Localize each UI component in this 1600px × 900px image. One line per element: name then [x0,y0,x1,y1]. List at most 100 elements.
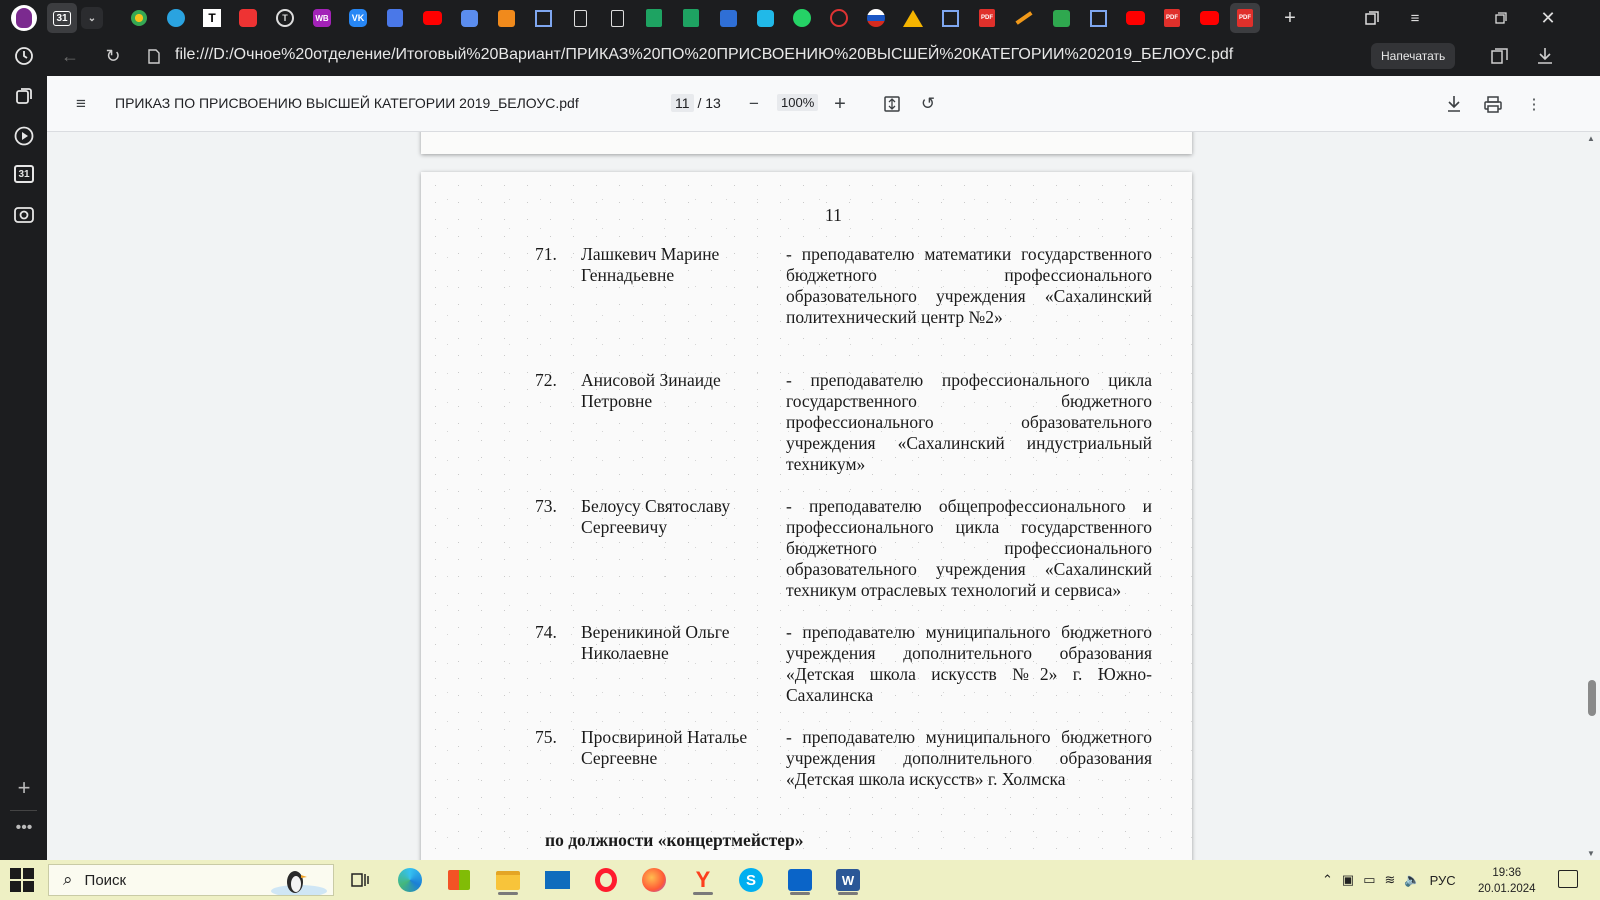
entry-name: Вереникиной Ольге Николаевне [581,622,730,663]
page-separator: / [697,95,702,111]
tab-docs-blue[interactable] [383,7,407,29]
scroll-down-arrow-icon[interactable]: ▼ [1587,849,1595,858]
tab-t-circle[interactable]: T [273,7,297,29]
zoom-level-input[interactable]: 100% [777,94,819,111]
entry-description: - преподавателю математики государственн… [786,244,1152,327]
tab-drive[interactable] [901,7,925,29]
tab-grid-1[interactable] [531,7,555,29]
section-heading: по должности «концертмейстер» [545,830,804,850]
back-icon[interactable]: ← [55,42,85,70]
entry-description: - преподавателю муниципального бюджетног… [786,727,1152,789]
add-panel-icon[interactable]: + [8,772,40,804]
yandex-browser-icon[interactable]: Y [683,864,723,896]
vertical-scrollbar[interactable]: ▲ ▼ [1584,132,1600,860]
bookmarks-icon[interactable] [1356,6,1388,30]
restore-window-icon[interactable] [1485,6,1517,30]
battery-icon[interactable]: ▭ [1363,872,1375,888]
tab-youtube-1[interactable] [420,7,444,29]
tab-pdf-1[interactable]: PDF [975,7,999,29]
pdf-viewer[interactable]: 11 71. Лашкевич Марине Геннадьевне - пре… [47,132,1584,860]
tab-flag[interactable] [864,7,888,29]
tab-video-red[interactable] [236,7,260,29]
tab-sheets-2[interactable] [679,7,703,29]
calendar-icon[interactable]: 31 [8,158,40,190]
store-icon[interactable] [439,864,479,896]
tab-sheets-1[interactable] [642,7,666,29]
menu-icon[interactable]: ≡ [1399,6,1431,30]
entry-number: 72. [535,370,557,390]
mail-icon[interactable] [537,864,577,896]
tab-blue-square[interactable] [457,7,481,29]
close-window-icon[interactable]: ✕ [1532,6,1564,30]
media-player-icon[interactable] [8,120,40,152]
tab-file-1[interactable] [568,7,592,29]
tab-check[interactable] [1049,7,1073,29]
tab-list-chevron-icon[interactable]: ⌄ [81,7,103,29]
word-icon[interactable]: W [828,864,868,896]
opera-icon[interactable] [586,864,626,896]
tab-tproger[interactable]: T [200,7,224,29]
tab-orange[interactable] [494,7,518,29]
taskbar: ⌕ Поиск Y S W ⌃ ▣ ▭ ≋ 🔈 РУС 19:36 20.01.… [0,860,1600,900]
downloads-icon[interactable] [1530,42,1560,70]
meet-now-icon[interactable]: ▣ [1342,872,1354,888]
tab-telegram[interactable] [164,7,188,29]
notification-center-icon[interactable] [1558,870,1578,888]
tab-pen[interactable] [1012,7,1036,29]
entry-number: 73. [535,496,557,516]
language-indicator[interactable]: РУС [1430,873,1456,888]
zoom-out-icon[interactable]: − [741,92,767,116]
collections-icon[interactable] [8,80,40,112]
tab-vk[interactable]: VK [346,7,370,29]
tab-wildberries[interactable]: WB [310,7,334,29]
tab-red-circle[interactable] [827,7,851,29]
tray-overflow-chevron-icon[interactable]: ⌃ [1322,872,1333,888]
new-tab-button[interactable]: + [1278,7,1302,29]
history-icon[interactable] [8,40,40,72]
tab-youtube-3[interactable] [1197,7,1221,29]
pdf-toolbar: ≡ ПРИКАЗ ПО ПРИСВОЕНИЮ ВЫСШЕЙ КАТЕГОРИИ … [47,76,1600,132]
screenshot-icon[interactable] [8,198,40,230]
page-number-input[interactable]: 11 [671,94,694,112]
url-field[interactable]: file:///D:/Очное%20отделение/Итоговый%20… [175,46,1233,64]
zoom-in-icon[interactable]: + [827,92,853,116]
profile-avatar[interactable] [8,2,40,34]
taskbar-search[interactable]: ⌕ Поиск [48,864,334,896]
volume-icon[interactable]: 🔈 [1404,872,1420,888]
reload-icon[interactable]: ↻ [98,42,128,70]
tab-cyan[interactable] [753,7,777,29]
skype-icon[interactable]: S [731,864,771,896]
reader-mode-icon[interactable] [1485,42,1515,70]
wifi-icon[interactable]: ≋ [1385,872,1396,888]
tab-pdf-current[interactable]: PDF [1230,3,1260,33]
tab-youtube-2[interactable] [1123,7,1147,29]
tab-file-2[interactable] [605,7,629,29]
task-view-icon[interactable] [340,864,380,896]
print-icon[interactable] [1480,92,1506,116]
fit-page-icon[interactable] [879,92,905,116]
system-tray: ⌃ ▣ ▭ ≋ 🔈 РУС [1322,868,1456,892]
tab-grid-2[interactable] [938,7,962,29]
outline-menu-icon[interactable]: ≡ [68,92,94,116]
rotate-icon[interactable]: ↺ [915,92,941,116]
tab-pdf-2[interactable]: PDF [1160,7,1184,29]
firefox-icon[interactable] [634,864,674,896]
download-icon[interactable] [1441,92,1467,116]
more-options-icon[interactable]: ⋮ [1521,92,1547,116]
tab-grid-3[interactable] [1086,7,1110,29]
scrollbar-thumb[interactable] [1588,680,1596,716]
tab-mail-blue[interactable] [716,7,740,29]
outlook-icon[interactable] [780,864,820,896]
more-icon[interactable]: ••• [8,812,40,844]
file-explorer-icon[interactable] [488,864,528,896]
clock[interactable]: 19:36 20.01.2024 [1478,865,1536,897]
scroll-up-arrow-icon[interactable]: ▲ [1587,134,1595,143]
panel-divider [10,810,37,811]
tab-favicon-1[interactable] [127,7,151,29]
edge-icon[interactable] [390,864,430,896]
tab-whatsapp[interactable] [790,7,814,29]
windows-start-icon[interactable] [10,868,34,892]
clock-date: 20.01.2024 [1478,883,1536,895]
tab-calendar[interactable]: 31 [47,3,77,33]
print-page-button[interactable]: Напечатать [1371,43,1456,69]
